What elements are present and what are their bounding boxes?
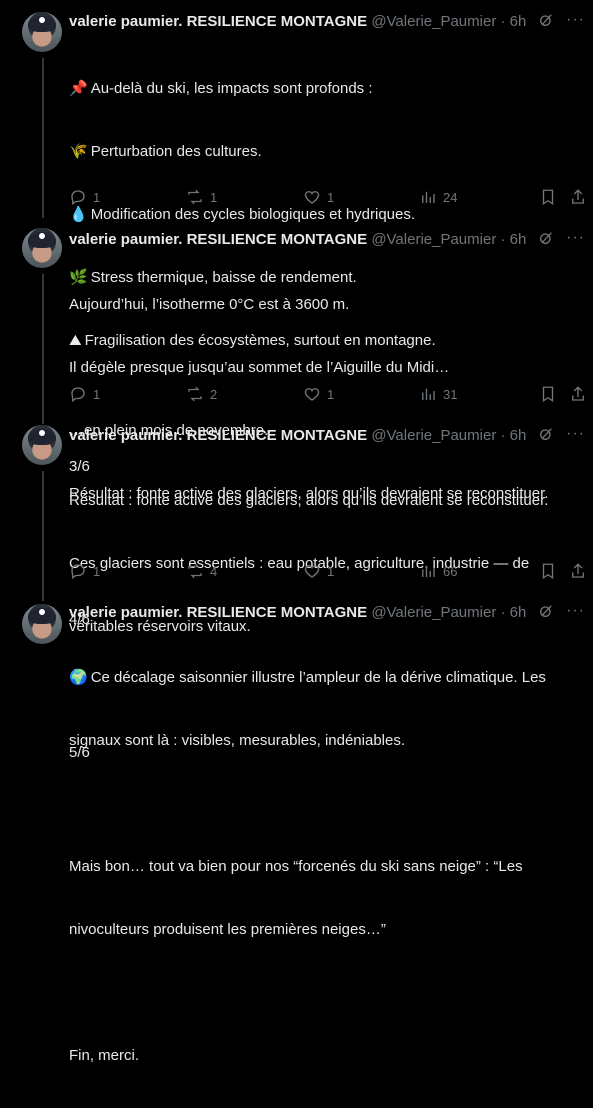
tweet-line: Il dégèle presque jusqu’au sommet de l’A… (69, 359, 450, 376)
wheat-icon: 🌾 (69, 142, 88, 160)
tweet-line: Fin, merci. (69, 1047, 140, 1064)
tweet[interactable]: valerie paumier. RESILIENCE MONTAGNE @Va… (0, 220, 593, 628)
reply-count: 1 (93, 386, 101, 402)
pin-icon: 📌 (69, 79, 88, 97)
reply-icon (71, 190, 85, 206)
share-icon (572, 386, 584, 401)
grok-icon[interactable] (538, 603, 554, 619)
reply-button[interactable]: 1 (69, 384, 100, 404)
share-button[interactable] (569, 561, 587, 581)
bookmark-icon (542, 563, 554, 580)
share-icon (572, 189, 584, 204)
tweet-line: nivoculteurs produisent les premières ne… (69, 921, 386, 938)
action-bar: 1 1 1 24 (69, 187, 585, 207)
view-count: 31 (443, 386, 458, 402)
views-icon (422, 565, 435, 577)
timestamp[interactable]: 6h (510, 231, 527, 248)
like-count: 1 (327, 189, 335, 205)
more-icon[interactable]: ··· (566, 230, 585, 246)
repost-button[interactable]: 1 (186, 187, 217, 207)
timestamp[interactable]: 6h (510, 13, 527, 30)
share-icon (572, 563, 584, 578)
reply-icon (71, 564, 85, 580)
tweet[interactable]: valerie paumier. RESILIENCE MONTAGNE @Va… (0, 0, 593, 475)
tweet-header: valerie paumier. RESILIENCE MONTAGNE @Va… (69, 425, 585, 445)
bookmark-icon (542, 386, 554, 403)
author-name[interactable]: valerie paumier. RESILIENCE MONTAGNE (69, 231, 367, 248)
bookmark-icon (542, 189, 554, 206)
reply-icon (71, 387, 85, 403)
author-handle[interactable]: @Valerie_Paumier (371, 427, 496, 444)
view-count: 66 (443, 563, 458, 579)
tweet-line: 🌍 Ce décalage saisonnier illustre l’ample… (69, 668, 546, 686)
author-handle[interactable]: @Valerie_Paumier (371, 13, 496, 30)
avatar[interactable] (22, 425, 62, 465)
tweet-line: Aujourd’hui, l’isotherme 0°C est à 3600 … (69, 296, 350, 313)
repost-count: 1 (210, 189, 218, 205)
view-count: 24 (443, 189, 458, 205)
reply-count: 1 (93, 189, 101, 205)
tweet-header: valerie paumier. RESILIENCE MONTAGNE @Va… (69, 229, 585, 249)
like-count: 1 (327, 386, 335, 402)
avatar[interactable] (22, 228, 62, 268)
tweet-line: Mais bon… tout va bien pour nos “forcené… (69, 858, 523, 875)
tweet-header: valerie paumier. RESILIENCE MONTAGNE @Va… (69, 11, 585, 31)
views-button[interactable]: 31 (419, 384, 457, 404)
tweet-line (69, 793, 581, 814)
reply-button[interactable]: 1 (69, 561, 100, 581)
author-handle[interactable]: @Valerie_Paumier (371, 231, 496, 248)
globe-icon: 🌍 (69, 668, 88, 686)
like-button[interactable]: 1 (303, 561, 334, 581)
tweet-line (69, 982, 581, 1003)
tweet-line: Résultat : fonte active des glaciers, al… (69, 492, 549, 509)
repost-button[interactable]: 4 (186, 561, 217, 581)
views-button[interactable]: 66 (419, 561, 457, 581)
tweet[interactable]: valerie paumier. RESILIENCE MONTAGNE @Va… (0, 600, 593, 1064)
reply-count: 1 (93, 563, 101, 579)
views-icon (422, 388, 435, 400)
share-button[interactable] (569, 187, 587, 207)
views-button[interactable]: 24 (419, 187, 457, 207)
share-button[interactable] (569, 384, 587, 404)
bookmark-button[interactable] (539, 384, 557, 404)
grok-icon[interactable] (538, 426, 554, 442)
author-handle[interactable]: @Valerie_Paumier (371, 604, 496, 621)
avatar[interactable] (22, 12, 62, 52)
tweet-line: 📌 Au-delà du ski, les impacts sont profon… (69, 79, 373, 97)
author-name[interactable]: valerie paumier. RESILIENCE MONTAGNE (69, 13, 367, 30)
tweet[interactable]: valerie paumier. RESILIENCE MONTAGNE @Va… (0, 416, 593, 761)
tweet-text: 🌍 Ce décalage saisonnier illustre l’ample… (69, 625, 581, 1108)
like-count: 1 (327, 563, 335, 579)
heart-icon (304, 388, 320, 401)
tweet-line: signaux sont là : visibles, mesurables, … (69, 732, 406, 749)
repost-count: 4 (210, 563, 218, 579)
avatar[interactable] (22, 604, 62, 644)
repost-icon (188, 386, 202, 402)
action-bar: 1 2 1 31 (69, 384, 585, 404)
reply-button[interactable]: 1 (69, 187, 100, 207)
bookmark-button[interactable] (539, 187, 557, 207)
grok-icon[interactable] (538, 12, 554, 28)
repost-count: 2 (210, 386, 218, 402)
tweet-header: valerie paumier. RESILIENCE MONTAGNE @Va… (69, 602, 585, 622)
heart-icon (304, 565, 320, 578)
repost-icon (188, 189, 202, 205)
author-name[interactable]: valerie paumier. RESILIENCE MONTAGNE (69, 604, 367, 621)
action-bar: 1 4 1 66 (69, 561, 585, 581)
like-button[interactable]: 1 (303, 384, 334, 404)
timestamp[interactable]: 6h (510, 604, 527, 621)
tweet-line: 🌾 Perturbation des cultures. (69, 142, 262, 160)
more-icon[interactable]: ··· (566, 426, 585, 442)
views-icon (422, 191, 435, 203)
repost-button[interactable]: 2 (186, 384, 217, 404)
like-button[interactable]: 1 (303, 187, 334, 207)
grok-icon[interactable] (538, 230, 554, 246)
timestamp[interactable]: 6h (510, 427, 527, 444)
more-icon[interactable]: ··· (566, 603, 585, 619)
author-name[interactable]: valerie paumier. RESILIENCE MONTAGNE (69, 427, 367, 444)
bookmark-button[interactable] (539, 561, 557, 581)
heart-icon (304, 191, 320, 204)
more-icon[interactable]: ··· (566, 12, 585, 28)
repost-icon (188, 563, 202, 579)
